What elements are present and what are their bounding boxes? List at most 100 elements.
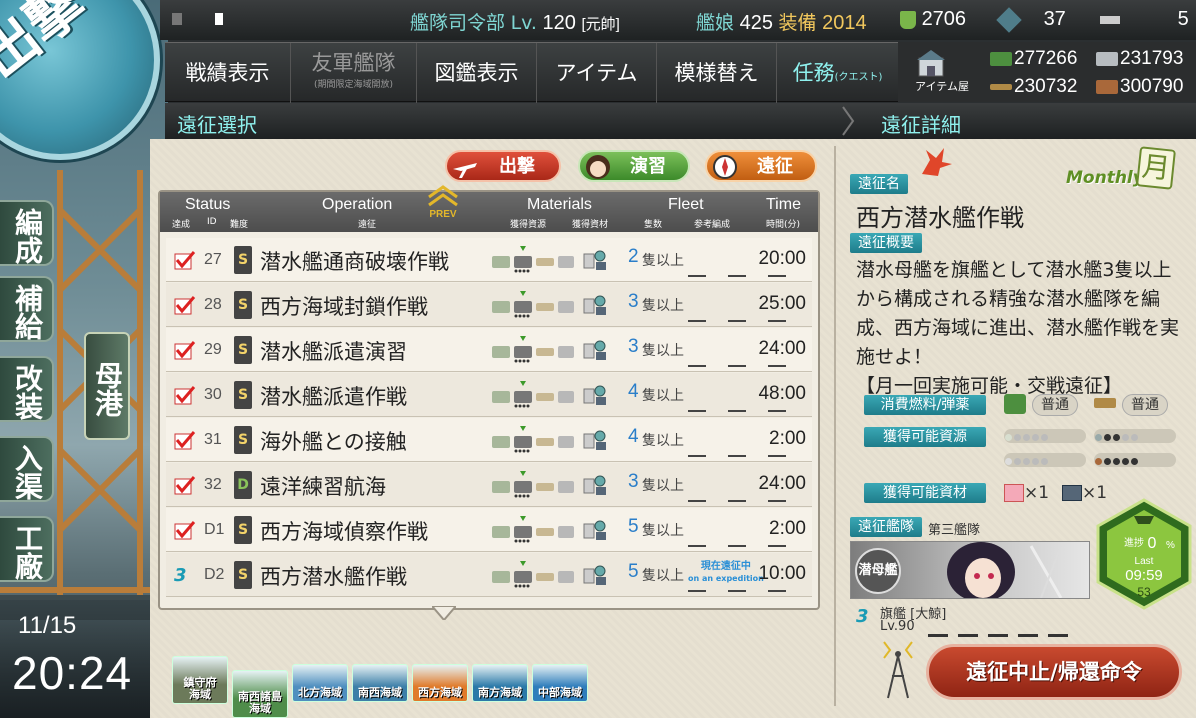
header-operation-sub: 遠征 [358,220,377,230]
admiral-rank: [元帥] [581,16,620,33]
fleet-unit: 隻以上 [642,388,684,404]
recall-expedition-button[interactable]: 遠征中止/帰還命令 [926,644,1182,700]
expedition-list-header: Status 達成 ID 難度 Operation 遠征 Materials 獲… [160,192,818,232]
top-placeholder-block [215,13,223,25]
expedition-row[interactable]: 30 S 潜水艦派遣作戦 4 隻以上 48:00 [166,373,812,417]
fleet-unit: 隻以上 [642,478,684,494]
difficulty-rank: S [234,246,252,274]
description-text: 潜水母艦を旗艦として潜水艦3隻以上から構成される精強な潜水艦隊を編成、西方海域に… [856,259,1180,368]
header-time: Time [766,196,801,213]
sea-area-tab[interactable]: 北方海域 [292,664,348,702]
fleet-three-icon: 3 [174,565,187,586]
menu-friend-fleet[interactable]: 友軍艦隊 (期間限定海域開放) [291,43,417,103]
menu-album[interactable]: 図鑑表示 [417,43,537,103]
sea-area-tab[interactable]: 南西諸島 海域 [232,670,288,718]
menu-quests-label: 任務 [792,61,835,85]
organize-button[interactable]: 編成 [0,200,54,266]
expedition-name: 海外艦との接触 [260,430,407,454]
sea-area-line1: 南西海域 [358,686,402,699]
remodel-button[interactable]: 改装 [0,356,54,422]
tab-exercise[interactable]: 演習 [578,150,690,182]
material-icons [492,516,606,543]
expedition-time: 20:00 [758,248,806,269]
expedition-select-heading: 遠征選択 [177,113,257,137]
header-id: ID [207,217,217,227]
expedition-row[interactable]: 27 S 潜水艦通商破壊作戦 2 隻以上 20:00 [166,238,812,282]
menu-items[interactable]: アイテム [537,43,657,103]
progress-value: 0 [1148,535,1157,552]
fleet-unit: 隻以上 [642,433,684,449]
fuel-icon [990,51,1012,66]
expedition-row[interactable]: D1 S 西方海域偵察作戦 5 隻以上 2:00 [166,508,812,552]
expedition-row[interactable]: 29 S 潜水艦派遣演習 3 隻以上 24:00 [166,328,812,372]
expedition-time: 24:00 [758,338,806,359]
sea-area-tab[interactable]: 南方海域 [472,664,528,702]
panel-divider [834,146,836,706]
difficulty-rank: D [234,471,252,499]
fleet-tag: 遠征艦隊 [850,517,922,537]
expedition-name: 潜水艦派遣作戦 [260,385,407,409]
fuel-value: 277266 [1014,48,1078,69]
header-materials: Materials [527,196,592,213]
expedition-row[interactable]: 28 S 西方海域封鎖作戦 3 隻以上 25:00 [166,283,812,327]
expedition-time: 10:00 [758,563,806,584]
fleet-unit: 隻以上 [642,568,684,584]
fleet-count: 2 [628,246,639,267]
expedition-time: 24:00 [758,473,806,494]
steel-count: 231793 [1096,48,1183,70]
bucket-count: 2706 [900,8,966,31]
steel-gain-meter [1004,453,1086,467]
consumption-tag: 消費燃料/弾薬 [864,395,986,415]
flagship-banner: 潜母艦 [850,541,1090,599]
expedition-name: 潜水艦通商破壊作戦 [260,250,449,274]
sea-area-tab[interactable]: 中部海域 [532,664,588,702]
sea-area-tab[interactable]: 鎮守府 海域 [172,656,228,704]
bauxite-icon [1096,79,1118,94]
prev-page-button[interactable]: PREV [423,183,463,221]
fleet-unit: 隻以上 [642,298,684,314]
dock-button[interactable]: 入渠 [0,436,54,502]
ammo-value: 230732 [1014,76,1078,97]
expedition-row[interactable]: 31 S 海外艦との接触 4 隻以上 2:00 [166,418,812,462]
header-fleet: Fleet [668,196,704,213]
last-seconds: 53 [1137,585,1151,599]
monthly-kanji-badge: 月 [1136,146,1176,190]
menu-remodel[interactable]: 模様替え [657,43,777,103]
tab-expedition[interactable]: 遠征 [705,150,817,182]
fleet-count: 3 [628,291,639,312]
ship-girl-portrait [947,542,1063,598]
sea-area-line1: 西方海域 [418,686,462,699]
menu-quests-sub: (クエスト) [834,72,883,83]
hq-label: 艦隊司令部 [410,12,506,34]
material-icons [492,381,606,408]
item-shop-label: アイテム屋 [915,80,969,93]
clock-date: 11/15 [18,612,77,639]
sea-area-label: 南西諸島 海域 [233,691,287,715]
checkmark-icon [174,431,196,450]
expedition-name: 潜水艦派遣演習 [260,340,407,364]
expedition-row[interactable]: 3 D2 S 西方潜水艦作戦 5 隻以上 現在遠征中 on an expediti… [166,553,812,597]
checkmark-icon [174,521,196,540]
radio-tower-icon [883,641,913,699]
overview-tag: 遠征概要 [850,233,922,253]
item-shop-button[interactable]: アイテム屋 [898,42,986,102]
arsenal-button[interactable]: 工廠 [0,516,54,582]
material-icons [492,246,606,273]
expedition-row[interactable]: 32 D 遠洋練習航海 3 隻以上 24:00 [166,463,812,507]
header-fleet-count: 隻数 [644,220,663,230]
menu-quests[interactable]: 任務(クエスト) [777,43,898,103]
fleet-name: 第三艦隊 [928,523,981,538]
supply-button[interactable]: 補給 [0,276,54,342]
sea-area-tab[interactable]: 西方海域 [412,664,468,702]
expedition-time: 25:00 [758,293,806,314]
expedition-id: D1 [204,521,225,538]
sea-area-tab[interactable]: 南西海域 [352,664,408,702]
expedition-time: 2:00 [769,518,806,539]
dev-material-count: 37 [996,6,1066,33]
tab-sortie[interactable]: 出撃 [445,150,561,182]
ammo-icon [1094,398,1116,408]
difficulty-rank: S [234,336,252,364]
expedition-name: 西方海域偵察作戦 [260,520,428,544]
home-port-button[interactable]: 母港 [84,332,130,440]
menu-record[interactable]: 戦績表示 [165,43,291,103]
